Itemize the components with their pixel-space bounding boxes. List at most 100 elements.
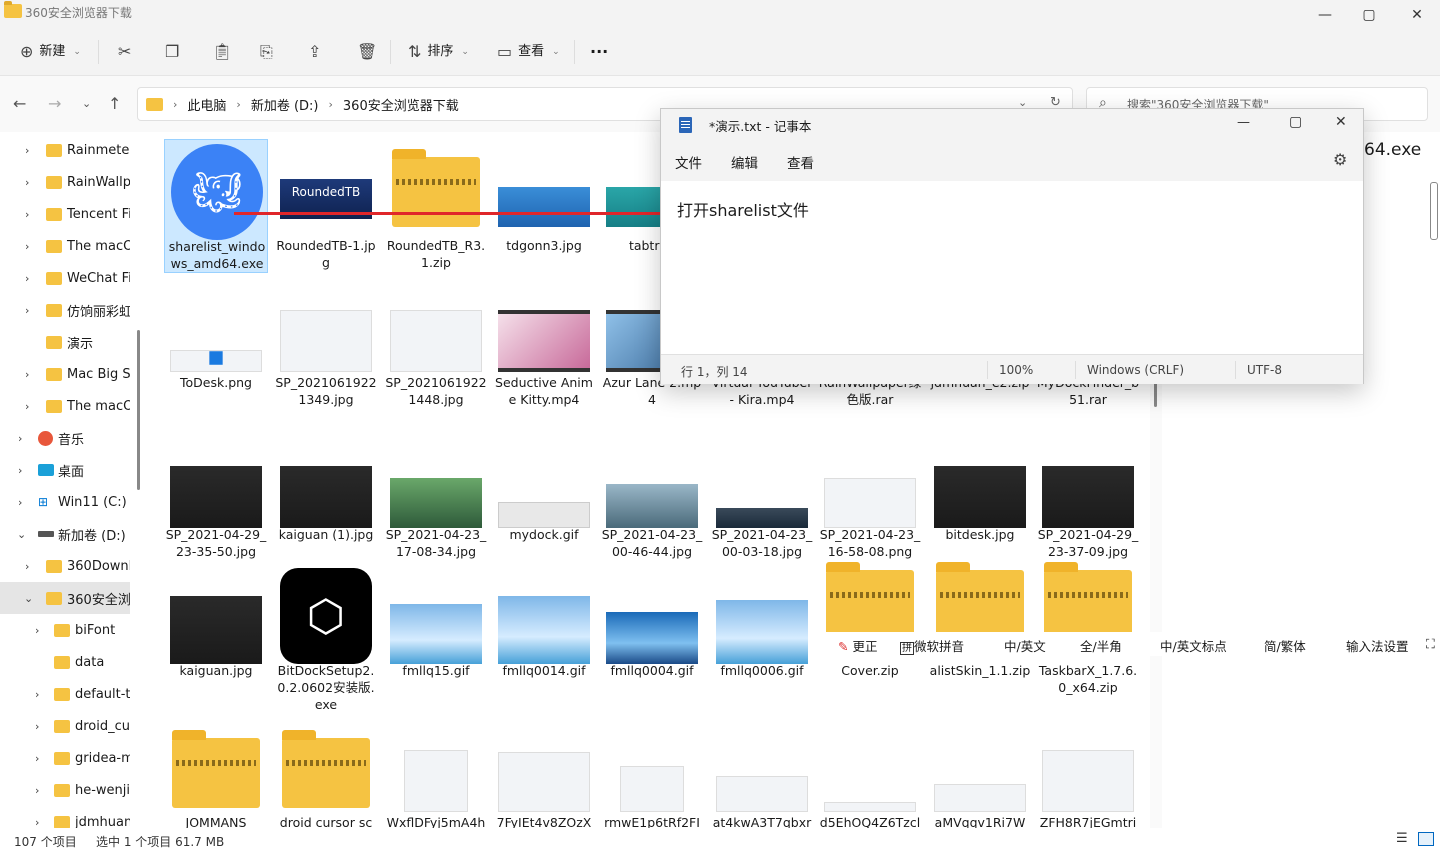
file-item[interactable]: ZFH8R7jEGmtri	[1036, 728, 1140, 828]
file-item[interactable]: WxflDFyj5mA4h	[384, 728, 488, 828]
paste-button[interactable]: 📋︎	[212, 40, 232, 64]
gear-icon[interactable]: ⚙	[1333, 150, 1347, 169]
notepad-close-button[interactable]: ✕	[1335, 114, 1347, 130]
forward-arrow-icon[interactable]: →	[48, 94, 61, 113]
sidebar-item[interactable]: › jdmhuan	[0, 806, 130, 828]
notepad-editor[interactable]: 打开sharelist文件	[661, 181, 1363, 351]
chevron-right-icon[interactable]: ›	[25, 272, 29, 285]
delete-button[interactable]: 🗑︎	[357, 40, 377, 64]
chevron-right-icon[interactable]: ›	[25, 176, 29, 189]
sidebar-scrollbar[interactable]	[137, 330, 140, 490]
file-item[interactable]: fmllq0006.gif	[710, 564, 814, 714]
sort-button[interactable]: ⇅ 排序 ⌄	[408, 40, 469, 64]
file-item[interactable]: tdgonn3.jpg	[492, 139, 596, 273]
breadcrumb-item[interactable]: 新加卷 (D:)	[251, 95, 319, 114]
file-item[interactable]: rmwE1p6tRf2FI	[600, 728, 704, 828]
chevron-right-icon[interactable]: ›	[25, 560, 29, 573]
file-item[interactable]: RoundedTB_R3.1.zip	[384, 139, 488, 273]
breadcrumb-item[interactable]: 此电脑	[187, 95, 226, 114]
file-item[interactable]: droid cursor sc	[274, 728, 378, 828]
close-button[interactable]: ✕	[1394, 2, 1440, 28]
sidebar-item-drive-d[interactable]: ⌄ 新加卷 (D:)	[0, 518, 130, 550]
large-icons-view-icon[interactable]	[1418, 832, 1434, 846]
rename-button[interactable]: ⎘	[260, 40, 273, 64]
file-item[interactable]: aMVqqv1Ri7W	[928, 728, 1032, 828]
chevron-right-icon[interactable]: ›	[35, 816, 39, 829]
notepad-minimize-button[interactable]: —	[1237, 115, 1250, 130]
file-item-selected[interactable]: 🐙︎ sharelist_windows_amd64.exe	[164, 139, 268, 273]
sidebar-item[interactable]: › RainWallpa	[0, 166, 130, 198]
file-item[interactable]: Seductive Anime Kitty.mp4	[492, 302, 596, 432]
sidebar-item-desktop[interactable]: › 桌面	[0, 454, 130, 486]
menu-view[interactable]: 查看	[787, 152, 814, 172]
file-item[interactable]: ⬡ BitDockSetup2.0.2.0602安装版.exe	[274, 564, 378, 714]
file-item[interactable]: 7FyIEt4v8ZOzX	[492, 728, 596, 828]
sidebar-item[interactable]: › biFont	[0, 614, 130, 646]
chevron-right-icon[interactable]: ›	[18, 496, 22, 509]
chevron-right-icon[interactable]: ›	[25, 240, 29, 253]
ime-correct-button[interactable]: ✎ 更正	[838, 636, 877, 655]
preview-scrollbar[interactable]	[1430, 182, 1438, 240]
sidebar-item[interactable]: › default-th	[0, 678, 130, 710]
breadcrumb-item[interactable]: 360安全浏览器下载	[343, 95, 459, 114]
sidebar-item[interactable]: › 360Downlo	[0, 550, 130, 582]
chevron-right-icon[interactable]: ›	[25, 208, 29, 221]
sidebar-item-drive-c[interactable]: › ⊞ Win11 (C:)	[0, 486, 130, 518]
file-item[interactable]: SP_20210619221349.jpg	[274, 302, 378, 432]
maximize-button[interactable]: ▢	[1346, 2, 1392, 28]
copy-button[interactable]: ❐	[165, 40, 179, 64]
sidebar-item[interactable]: › 仿饷丽彩虹	[0, 294, 130, 326]
file-item[interactable]: RoundedTB RoundedTB-1.jpg	[274, 139, 378, 273]
sidebar-item-current[interactable]: ⌄ 360安全浏	[0, 582, 130, 614]
chevron-right-icon[interactable]: ›	[35, 752, 39, 765]
chevron-right-icon[interactable]: ›	[18, 464, 22, 477]
menu-edit[interactable]: 编辑	[731, 152, 758, 172]
minimize-button[interactable]: —	[1302, 2, 1348, 28]
view-button[interactable]: ▭ 查看 ⌄	[497, 40, 560, 64]
chevron-right-icon[interactable]: ›	[25, 400, 29, 413]
chevron-down-icon[interactable]: ⌄	[24, 592, 33, 605]
sidebar-item[interactable]: 演示	[0, 326, 130, 358]
notepad-maximize-button[interactable]: ▢	[1289, 114, 1302, 130]
file-item[interactable]: at4kwA3T7qbxr	[710, 728, 814, 828]
cut-button[interactable]: ✂	[118, 40, 131, 64]
new-button[interactable]: ⊕ 新建 ⌄	[20, 40, 81, 64]
file-item[interactable]: d5EhOQ4Z6Tzcl	[818, 728, 922, 828]
ime-settings-button[interactable]: 输入法设置	[1346, 636, 1409, 655]
ime-trad-button[interactable]: 简/繁体	[1264, 636, 1306, 655]
chevron-right-icon[interactable]: ›	[25, 304, 29, 317]
file-item[interactable]: kaiguan.jpg	[164, 564, 268, 714]
chevron-down-icon[interactable]: ⌄	[17, 528, 26, 541]
chevron-right-icon[interactable]: ›	[25, 144, 29, 157]
sidebar-item[interactable]: › WeChat Fil	[0, 262, 130, 294]
file-item[interactable]: JOMMANS	[164, 728, 268, 828]
ime-width-button[interactable]: 全/半角	[1080, 636, 1122, 655]
file-item[interactable]: fmllq15.gif	[384, 564, 488, 714]
ime-punct-button[interactable]: 中/英文标点	[1160, 636, 1227, 655]
recent-locations-chevron-icon[interactable]: ⌄	[82, 97, 91, 110]
more-options-button[interactable]: ···	[590, 40, 608, 64]
file-item[interactable]: SP_20210619221448.jpg	[384, 302, 488, 432]
sidebar-item[interactable]: › The macOS	[0, 230, 130, 262]
sidebar-item[interactable]: › Tencent Fil	[0, 198, 130, 230]
chevron-right-icon[interactable]: ›	[25, 368, 29, 381]
sidebar-item[interactable]: › The macOS	[0, 390, 130, 422]
file-item[interactable]: ⬛︎ ToDesk.png	[164, 302, 268, 432]
chevron-right-icon[interactable]: ›	[35, 784, 39, 797]
sidebar-item[interactable]: data	[0, 646, 130, 678]
chevron-right-icon[interactable]: ›	[35, 688, 39, 701]
menu-file[interactable]: 文件	[675, 152, 702, 172]
details-view-icon[interactable]: ☰	[1396, 832, 1412, 846]
sidebar-item[interactable]: › gridea-m	[0, 742, 130, 774]
ime-pinyin-button[interactable]: 拼微软拼音	[900, 636, 964, 655]
file-item[interactable]: fmllq0004.gif	[600, 564, 704, 714]
expand-icon[interactable]: ⛶	[1426, 636, 1435, 652]
share-button[interactable]: ⇪	[308, 40, 321, 64]
up-arrow-icon[interactable]: ↑	[108, 94, 121, 113]
sidebar-item[interactable]: › he-wenjie	[0, 774, 130, 806]
ime-lang-button[interactable]: 中/英文	[1004, 636, 1046, 655]
chevron-right-icon[interactable]: ›	[18, 432, 22, 445]
sidebar-item[interactable]: › Mac Big Su	[0, 358, 130, 390]
file-item[interactable]: fmllq0014.gif	[492, 564, 596, 714]
sidebar-item[interactable]: › Rainmeter	[0, 134, 130, 166]
